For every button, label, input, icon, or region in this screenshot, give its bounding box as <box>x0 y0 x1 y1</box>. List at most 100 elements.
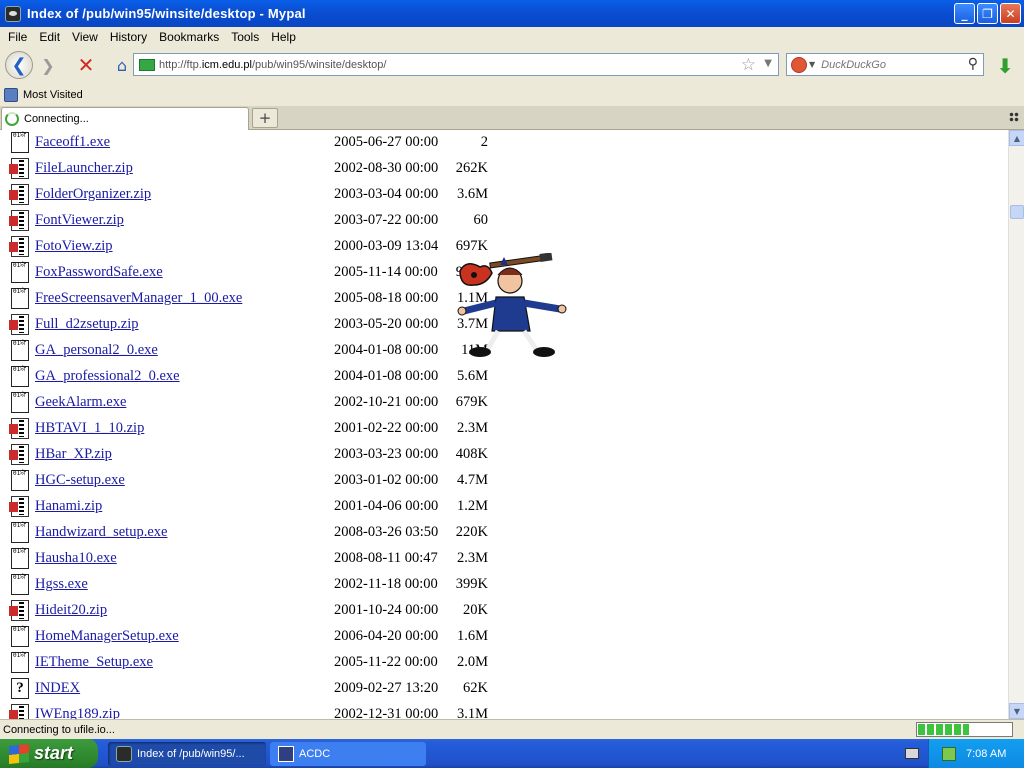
search-icon[interactable]: ⚲ <box>968 56 978 72</box>
file-link[interactable]: Hgss.exe <box>35 576 88 593</box>
progress-fill <box>918 724 970 735</box>
binary-file-icon <box>11 366 29 387</box>
file-size: 679K <box>455 394 488 410</box>
file-date: 2000-03-09 13:04 <box>334 238 439 254</box>
menu-file[interactable]: File <box>2 30 33 44</box>
file-link[interactable]: GeekAlarm.exe <box>35 394 126 411</box>
network-icon[interactable] <box>942 746 956 761</box>
list-item: FotoView.zip 2000-03-09 13:04 697K <box>0 234 700 260</box>
downloads-button[interactable]: ⬇ <box>994 54 1016 78</box>
search-input[interactable] <box>821 58 962 71</box>
file-date: 2005-11-14 00:00 <box>334 264 438 280</box>
url-text[interactable]: http://ftp.icm.edu.pl/pub/win95/winsite/… <box>159 59 386 71</box>
menu-bookmarks[interactable]: Bookmarks <box>153 30 225 44</box>
taskbar-item-acdc[interactable]: ACDC <box>270 742 426 766</box>
mypal-app-icon <box>5 5 21 22</box>
url-bar[interactable]: http://ftp.icm.edu.pl/pub/win95/winsite/… <box>133 53 779 76</box>
file-link[interactable]: IWEng189.zip <box>35 706 120 719</box>
scroll-down-arrow[interactable]: ▼ <box>1009 703 1024 719</box>
zip-file-icon <box>9 444 29 465</box>
file-date: 2005-08-18 00:00 <box>334 290 439 306</box>
file-link[interactable]: Hanami.zip <box>35 498 102 515</box>
url-path: /pub/win95/winsite/desktop/ <box>251 58 387 71</box>
home-button[interactable]: ⌂ <box>109 52 135 78</box>
file-link[interactable]: FileLauncher.zip <box>35 160 133 177</box>
engine-dropdown-icon[interactable]: ▼ <box>809 60 815 69</box>
search-bar[interactable]: ▼ ⚲ <box>786 53 984 76</box>
file-link[interactable]: Faceoff1.exe <box>35 134 110 151</box>
mypal-taskbar-icon <box>116 746 132 762</box>
loading-spinner-icon <box>5 112 19 126</box>
keyboard-layout-icon[interactable] <box>905 748 919 759</box>
file-date: 2005-11-22 00:00 <box>334 654 438 670</box>
most-visited-bookmark[interactable]: Most Visited <box>23 89 83 101</box>
menu-history[interactable]: History <box>104 30 153 44</box>
url-dropdown-icon[interactable]: ▼ <box>764 58 772 69</box>
menu-help[interactable]: Help <box>265 30 302 44</box>
file-date: 2006-04-20 00:00 <box>334 628 439 644</box>
list-item: Hanami.zip 2001-04-06 00:00 1.2M <box>0 494 700 520</box>
file-date: 2002-12-31 00:00 <box>334 706 439 719</box>
file-link[interactable]: GA_personal2_0.exe <box>35 342 158 359</box>
file-link[interactable]: GA_professional2_0.exe <box>35 368 180 385</box>
file-link[interactable]: Hausha10.exe <box>35 550 117 567</box>
duckduckgo-engine-icon[interactable] <box>791 56 807 73</box>
list-item: Full_d2zsetup.zip 2003-05-20 00:00 3.7M <box>0 312 700 338</box>
minimize-button[interactable]: _ <box>954 3 975 24</box>
file-link[interactable]: Full_d2zsetup.zip <box>35 316 139 333</box>
directory-listing: Faceoff1.exe 2005-06-27 00:00 2 FileLaunche… <box>0 130 1008 719</box>
zip-file-icon <box>9 236 29 257</box>
list-item: GeekAlarm.exe 2002-10-21 00:00 679K <box>0 390 700 416</box>
file-link[interactable]: FolderOrganizer.zip <box>35 186 151 203</box>
start-button[interactable]: start <box>0 739 98 768</box>
list-item: Hgss.exe 2002-11-18 00:00 399K <box>0 572 700 598</box>
zip-file-icon <box>9 600 29 621</box>
back-button[interactable]: ❮ <box>5 51 33 79</box>
file-link[interactable]: Handwizard_setup.exe <box>35 524 167 541</box>
file-link[interactable]: IETheme_Setup.exe <box>35 654 153 671</box>
file-link[interactable]: HBar_XP.zip <box>35 446 112 463</box>
file-link[interactable]: HomeManagerSetup.exe <box>35 628 179 645</box>
tab-active[interactable]: Connecting... <box>1 107 249 130</box>
site-identity-icon[interactable] <box>139 58 155 71</box>
file-link[interactable]: FotoView.zip <box>35 238 113 255</box>
url-host: icm.edu.pl <box>201 58 252 71</box>
close-button[interactable]: ✕ <box>1000 3 1021 24</box>
maximize-button[interactable]: ❐ <box>977 3 998 24</box>
clock[interactable]: 7:08 AM <box>966 748 1006 760</box>
list-item: ? INDEX 2009-02-27 13:20 62K <box>0 676 700 702</box>
scroll-up-arrow[interactable]: ▲ <box>1009 130 1024 146</box>
file-size: 262K <box>455 160 488 176</box>
file-link[interactable]: FreeScreensaverManager_1_00.exe <box>35 290 242 307</box>
binary-file-icon <box>11 652 29 673</box>
forward-button[interactable]: ❯ <box>35 52 61 78</box>
vertical-scrollbar[interactable]: ▲ ▼ <box>1008 130 1024 719</box>
file-link[interactable]: HBTAVI_1_10.zip <box>35 420 144 437</box>
file-size: 20K <box>463 602 488 618</box>
bookmark-star-icon[interactable]: ☆ <box>741 55 756 75</box>
file-link[interactable]: INDEX <box>35 680 80 697</box>
menu-edit[interactable]: Edit <box>33 30 66 44</box>
binary-file-icon <box>11 548 29 569</box>
acdc-guitarist-mascot <box>457 253 567 357</box>
taskbar-item-browser[interactable]: Index of /pub/win95/... <box>108 742 266 766</box>
unknown-file-icon: ? <box>11 678 29 699</box>
file-link[interactable]: HGC-setup.exe <box>35 472 125 489</box>
file-size: 4.7M <box>456 472 488 488</box>
file-size: 62K <box>463 680 488 696</box>
scroll-thumb[interactable] <box>1010 205 1024 219</box>
stop-button[interactable]: ✕ <box>73 52 99 78</box>
file-link[interactable]: Hideit20.zip <box>35 602 107 619</box>
navigation-toolbar: ❮ ❯ ✕ ⌂ http://ftp.icm.edu.pl/pub/win95/… <box>0 46 1024 84</box>
list-all-tabs-icon[interactable] <box>1009 112 1019 122</box>
list-item: Handwizard_setup.exe 2008-03-26 03:50 220K <box>0 520 700 546</box>
file-date: 2008-03-26 03:50 <box>334 524 439 540</box>
file-date: 2008-08-11 00:47 <box>334 550 438 566</box>
file-date: 2002-10-21 00:00 <box>334 394 439 410</box>
file-link[interactable]: FontViewer.zip <box>35 212 124 229</box>
file-link[interactable]: FoxPasswordSafe.exe <box>35 264 163 281</box>
new-tab-button[interactable]: + <box>252 108 278 128</box>
menu-tools[interactable]: Tools <box>225 30 265 44</box>
start-label: start <box>34 743 74 763</box>
menu-view[interactable]: View <box>66 30 104 44</box>
